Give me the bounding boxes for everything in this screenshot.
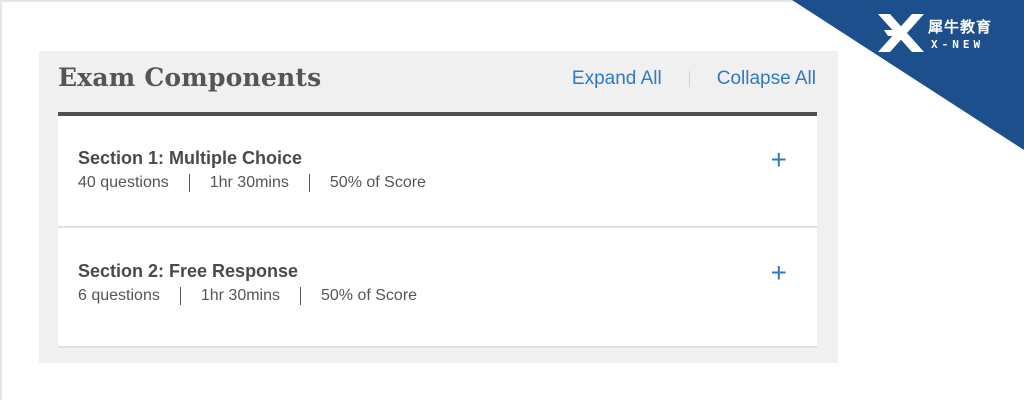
question-count: 40 questions bbox=[78, 174, 169, 191]
meta-separator bbox=[188, 174, 190, 192]
section-duration: 1hr 30mins bbox=[200, 287, 280, 304]
section-duration: 1hr 30mins bbox=[209, 174, 289, 191]
link-separator bbox=[688, 71, 690, 87]
section-title: Section 1: Multiple Choice bbox=[78, 148, 303, 168]
brand-badge: 犀牛教育 X-NEW bbox=[792, 0, 1024, 150]
accordion-section-1[interactable]: Section 1: Multiple Choice 40 questions … bbox=[58, 116, 817, 226]
score-weight: 50% of Score bbox=[321, 287, 418, 304]
header-links: Expand All Collapse All bbox=[572, 68, 816, 90]
panel-header: Exam Components Expand All Collapse All bbox=[39, 51, 838, 111]
plus-icon[interactable]: + bbox=[771, 146, 787, 174]
score-weight: 50% of Score bbox=[329, 174, 426, 191]
brand-name-chinese: 犀牛教育 bbox=[928, 18, 993, 36]
frame-left-border bbox=[0, 0, 2, 400]
brand-name-english: X-NEW bbox=[931, 38, 985, 51]
meta-separator bbox=[300, 287, 301, 305]
accordion-section-2[interactable]: Section 2: Free Response 6 questions 1hr… bbox=[58, 228, 817, 346]
question-count: 6 questions bbox=[78, 287, 160, 304]
section-meta: 6 questions 1hr 30mins 50% of Score bbox=[78, 287, 417, 305]
plus-icon[interactable]: + bbox=[771, 259, 787, 287]
section-title: Section 2: Free Response bbox=[78, 261, 299, 281]
expand-all-link[interactable]: Expand All bbox=[572, 68, 662, 90]
exam-components-panel: Exam Components Expand All Collapse All … bbox=[39, 51, 838, 363]
meta-separator bbox=[179, 287, 181, 305]
section-meta: 40 questions 1hr 30mins 50% of Score bbox=[78, 174, 426, 192]
section-bottom-border bbox=[58, 346, 817, 348]
page-title: Exam Components bbox=[58, 63, 322, 92]
meta-separator bbox=[308, 174, 310, 192]
